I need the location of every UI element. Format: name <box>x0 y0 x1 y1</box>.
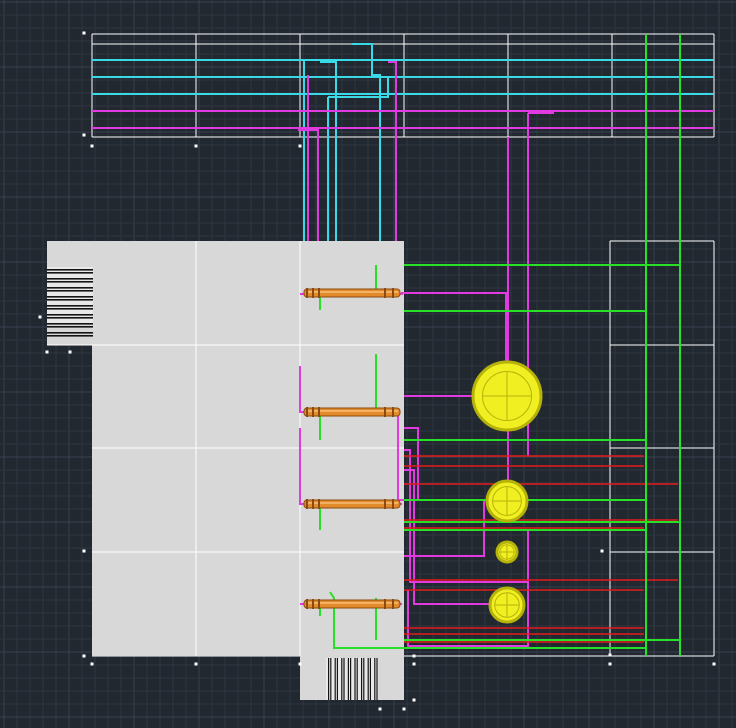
barcode-bar <box>354 658 356 700</box>
barcode-bar <box>330 658 332 700</box>
roller-ring <box>384 499 386 509</box>
selection-grip[interactable] <box>412 654 416 658</box>
barcode-bar <box>369 658 371 700</box>
barcode-bar <box>367 658 369 700</box>
selection-grip[interactable] <box>68 350 72 354</box>
roller-ring <box>384 599 386 609</box>
roller-ring <box>318 407 320 417</box>
drawing-canvas[interactable] <box>0 0 736 728</box>
selection-grip[interactable] <box>378 707 382 711</box>
selection-grip[interactable] <box>38 315 42 319</box>
gray-layout-panel[interactable] <box>47 241 404 700</box>
barcode-bar <box>47 296 93 298</box>
selection-grip[interactable] <box>298 144 302 148</box>
barcode-bar <box>47 314 93 316</box>
roller-tube-icon[interactable] <box>303 288 401 298</box>
roller-ring <box>318 499 320 509</box>
barcode-bar <box>47 299 93 301</box>
magenta-wire[interactable] <box>388 61 397 241</box>
roller-ring <box>384 288 386 298</box>
roller-ring <box>392 407 394 417</box>
barcode-bar <box>347 658 349 700</box>
barcode-bar <box>47 281 93 283</box>
selection-grip[interactable] <box>90 662 94 666</box>
selection-grip[interactable] <box>608 662 612 666</box>
barcode-bar <box>47 290 93 292</box>
selection-grip[interactable] <box>608 653 612 657</box>
barcode-bar <box>341 658 343 700</box>
selection-grip[interactable] <box>194 662 198 666</box>
selection-grip[interactable] <box>90 144 94 148</box>
selection-grip[interactable] <box>298 662 302 666</box>
barcode-bar <box>363 658 365 700</box>
selection-grip[interactable] <box>412 698 416 702</box>
roller-ring <box>392 499 394 509</box>
roller-tube-icon[interactable] <box>303 407 401 417</box>
barcode-bar <box>47 278 93 280</box>
sphere-fixture-icon[interactable] <box>488 586 526 624</box>
barcode-bar <box>374 658 376 700</box>
sphere-fixture-icon[interactable] <box>471 360 543 432</box>
barcode-bar <box>47 287 93 289</box>
roller-ring <box>312 499 314 509</box>
roller-ring <box>312 599 314 609</box>
selection-grip[interactable] <box>402 707 406 711</box>
barcode-block-icon[interactable] <box>47 267 93 337</box>
roller-ring <box>312 407 314 417</box>
barcode-bar <box>47 323 93 325</box>
barcode-block-icon[interactable] <box>326 658 378 700</box>
barcode-bar <box>334 658 336 700</box>
barcode-bar <box>350 658 352 700</box>
barcode-bar <box>47 332 93 334</box>
roller-ring <box>306 288 308 298</box>
cyan-wire[interactable] <box>371 60 381 241</box>
roller-tube-icon[interactable] <box>303 599 401 609</box>
barcode-bar <box>47 308 93 310</box>
barcode-bar <box>336 658 338 700</box>
selection-grip[interactable] <box>194 144 198 148</box>
barcode-bar <box>47 335 93 337</box>
selection-grip[interactable] <box>82 549 86 553</box>
roller-tube-icon[interactable] <box>303 499 401 509</box>
roller-ring <box>306 499 308 509</box>
barcode-bar <box>47 269 93 271</box>
barcode-bar <box>47 305 93 307</box>
barcode-bar <box>47 317 93 319</box>
roller-ring <box>392 599 394 609</box>
roller-ring <box>306 407 308 417</box>
cad-viewport[interactable] <box>0 0 736 728</box>
barcode-bar <box>47 272 93 274</box>
roller-ring <box>392 288 394 298</box>
selection-grip[interactable] <box>82 31 86 35</box>
selection-grip[interactable] <box>45 350 49 354</box>
barcode-bar <box>343 658 345 700</box>
sphere-fixture-icon[interactable] <box>485 479 529 523</box>
barcode-bar <box>356 658 358 700</box>
barcode-bar <box>361 658 363 700</box>
selection-grip[interactable] <box>82 654 86 658</box>
roller-ring <box>312 288 314 298</box>
selection-grip[interactable] <box>412 662 416 666</box>
barcode-bar <box>328 658 330 700</box>
roller-ring <box>318 599 320 609</box>
roller-ring <box>318 288 320 298</box>
selection-grip[interactable] <box>600 549 604 553</box>
roller-ring <box>306 599 308 609</box>
barcode-bar <box>376 658 378 700</box>
sphere-fixture-icon[interactable] <box>495 540 519 564</box>
barcode-bar <box>47 326 93 328</box>
selection-grip[interactable] <box>712 662 716 666</box>
selection-grip[interactable] <box>82 133 86 137</box>
roller-ring <box>384 407 386 417</box>
